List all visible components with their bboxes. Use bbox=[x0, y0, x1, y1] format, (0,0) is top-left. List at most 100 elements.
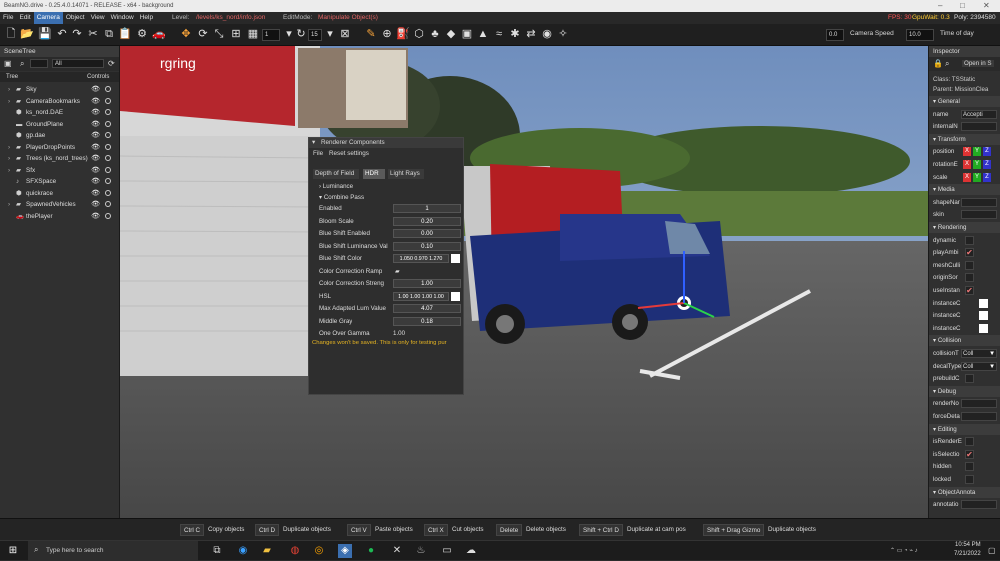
hdr-color-values[interactable]: 1.050 0.970 1.270 bbox=[393, 254, 449, 263]
spotify-icon[interactable]: ● bbox=[364, 544, 378, 558]
visibility-eye-icon[interactable]: 👁 bbox=[91, 165, 100, 176]
scale-gizmo-icon[interactable]: ⤡ bbox=[212, 27, 226, 42]
edge-browser-icon[interactable]: ◉ bbox=[236, 544, 250, 558]
inspector-input[interactable] bbox=[961, 210, 997, 220]
waypoint-tool-icon[interactable]: ◉ bbox=[540, 27, 554, 42]
task-view-icon[interactable]: ⧉ bbox=[210, 544, 224, 558]
rotate-snap-icon[interactable]: ↻ bbox=[294, 27, 308, 42]
visibility-eye-icon[interactable]: 👁 bbox=[91, 211, 100, 222]
snap-value-select[interactable]: 1 bbox=[262, 29, 280, 41]
select-toggle-icon[interactable] bbox=[105, 109, 111, 115]
beamng-app-icon[interactable]: ◈ bbox=[338, 544, 352, 558]
hdr-setting-slider[interactable]: 0.00 bbox=[393, 229, 461, 238]
select-toggle-icon[interactable] bbox=[105, 143, 111, 150]
settings-gear-icon[interactable]: ⚙ bbox=[135, 27, 149, 42]
visibility-eye-icon[interactable]: 👁 bbox=[91, 96, 100, 107]
scenetree-item[interactable]: › ▰ SpawnedVehicles 👁 bbox=[0, 199, 119, 210]
menu-edit[interactable]: Edit bbox=[16, 12, 33, 24]
terminal-icon[interactable]: ▭ bbox=[440, 544, 454, 558]
visibility-eye-icon[interactable]: 👁 bbox=[91, 199, 100, 210]
angle-dropdown-icon[interactable]: ▾ bbox=[323, 27, 337, 42]
hdr-color-values[interactable]: 1.00 1.00 1.00 1.00 bbox=[393, 291, 449, 301]
search-icon[interactable]: ⌕ bbox=[945, 59, 949, 69]
hdr-setting-slider[interactable]: 4.07 bbox=[393, 304, 461, 313]
visibility-eye-icon[interactable]: 👁 bbox=[91, 142, 100, 153]
visibility-eye-icon[interactable]: 👁 bbox=[91, 188, 100, 199]
mesh-tool-icon[interactable]: ▣ bbox=[460, 27, 474, 42]
inspector-section[interactable]: ▾ Collision bbox=[929, 335, 1000, 347]
inspector-checkbox[interactable] bbox=[965, 260, 974, 270]
rotate-gizmo-icon[interactable]: ⟳ bbox=[196, 27, 210, 42]
menu-help[interactable]: Help bbox=[137, 12, 156, 24]
visibility-eye-icon[interactable]: 👁 bbox=[91, 107, 100, 118]
axis-z-button[interactable]: Z bbox=[983, 147, 991, 157]
hdr-setting-slider[interactable]: 0.20 bbox=[393, 216, 461, 226]
world-space-icon[interactable]: ⊞ bbox=[229, 27, 243, 42]
color-swatch[interactable] bbox=[451, 291, 460, 301]
layers-icon[interactable]: ◆ bbox=[444, 27, 458, 42]
inspector-input[interactable] bbox=[961, 399, 997, 409]
select-toggle-icon[interactable] bbox=[105, 120, 111, 127]
x-app-icon[interactable]: ✕ bbox=[390, 544, 404, 558]
media-player-icon[interactable]: ◎ bbox=[312, 544, 326, 558]
inspector-checkbox[interactable]: ✔ bbox=[965, 449, 974, 459]
axis-x-button[interactable]: X bbox=[963, 160, 971, 169]
axis-z-button[interactable]: Z bbox=[983, 172, 991, 182]
inspector-section[interactable]: ▾ Media bbox=[929, 184, 1000, 196]
pen-tool-icon[interactable]: ✎ bbox=[364, 27, 378, 42]
tab-light-rays[interactable]: Light Rays bbox=[388, 169, 424, 179]
group-combine-pass[interactable]: ▾ Combine Pass bbox=[309, 192, 463, 203]
inspector-checkbox[interactable]: ✔ bbox=[965, 248, 974, 258]
inspector-checkbox[interactable] bbox=[965, 235, 974, 245]
search-input[interactable] bbox=[30, 59, 48, 68]
scenetree-item[interactable]: › ▰ Sky 👁 bbox=[0, 84, 119, 95]
axis-y-button[interactable]: Y bbox=[973, 147, 981, 157]
decal-tool-icon[interactable]: ⬡ bbox=[412, 27, 426, 42]
close-button[interactable]: ✕ bbox=[983, 0, 990, 12]
save-icon[interactable]: 💾 bbox=[38, 27, 52, 42]
inspector-section[interactable]: ▾ Rendering bbox=[929, 222, 1000, 233]
search-icon[interactable]: ⌕ bbox=[20, 59, 24, 69]
inspector-input[interactable] bbox=[961, 197, 997, 207]
color-swatch[interactable] bbox=[979, 323, 988, 333]
select-toggle-icon[interactable] bbox=[105, 97, 111, 104]
select-toggle-icon[interactable] bbox=[105, 178, 111, 184]
light-tool-icon[interactable]: ✱ bbox=[508, 27, 522, 42]
hdr-setting-slider[interactable]: 1.00 bbox=[393, 279, 461, 288]
time-of-day-input[interactable]: 10.0 bbox=[906, 29, 934, 41]
copy-icon[interactable]: ⧉ bbox=[102, 27, 116, 42]
inspector-input[interactable] bbox=[961, 122, 997, 132]
visibility-eye-icon[interactable]: 👁 bbox=[91, 153, 100, 164]
hdr-setting-slider[interactable]: 0.10 bbox=[393, 241, 461, 251]
refresh-icon[interactable]: ⟳ bbox=[108, 59, 115, 68]
select-toggle-icon[interactable] bbox=[105, 132, 111, 138]
scenetree-item[interactable]: ⬢ gp.dae 👁 bbox=[0, 130, 119, 141]
angle-snap-select[interactable]: 15 bbox=[308, 29, 322, 41]
inspector-section[interactable]: ▾ ObjectAnnota bbox=[929, 486, 1000, 498]
tab-hdr[interactable]: HDR bbox=[363, 169, 385, 179]
inspector-checkbox[interactable]: ✔ bbox=[965, 286, 974, 295]
axis-x-button[interactable]: X bbox=[963, 172, 971, 182]
group-luminance[interactable]: › Luminance bbox=[309, 181, 463, 192]
file-explorer-icon[interactable]: ▰ bbox=[260, 544, 274, 558]
add-object-icon[interactable]: ⊕ bbox=[380, 27, 394, 42]
select-toggle-icon[interactable] bbox=[105, 212, 111, 219]
inspector-section[interactable]: ▾ General bbox=[929, 96, 1000, 107]
select-toggle-icon[interactable] bbox=[105, 86, 111, 92]
scenetree-item[interactable]: 🚗 thePlayer 👁 bbox=[0, 211, 119, 222]
tab-depth-of-field[interactable]: Depth of Field bbox=[313, 169, 359, 179]
open-in-button[interactable]: Open in S bbox=[962, 60, 994, 67]
select-toggle-icon[interactable] bbox=[105, 166, 111, 173]
collapse-arrow-icon[interactable]: ▾ bbox=[312, 138, 315, 148]
paste-icon[interactable]: 📋 bbox=[118, 27, 132, 42]
expand-arrow-icon[interactable]: › bbox=[8, 153, 10, 164]
renderer-menu-file[interactable]: File bbox=[313, 148, 323, 159]
color-swatch[interactable] bbox=[451, 254, 460, 263]
inspector-section[interactable]: ▾ Editing bbox=[929, 423, 1000, 435]
menu-window[interactable]: Window bbox=[108, 12, 137, 24]
axis-x-button[interactable]: X bbox=[963, 147, 971, 157]
terrain-snap-icon[interactable]: ⊠ bbox=[338, 27, 352, 42]
scenetree-item[interactable]: › ▰ Trees (ks_nord_trees) 👁 bbox=[0, 153, 119, 164]
select-toggle-icon[interactable] bbox=[105, 201, 111, 207]
scenetree-item[interactable]: › ▰ PlayerDropPoints 👁 bbox=[0, 142, 119, 153]
